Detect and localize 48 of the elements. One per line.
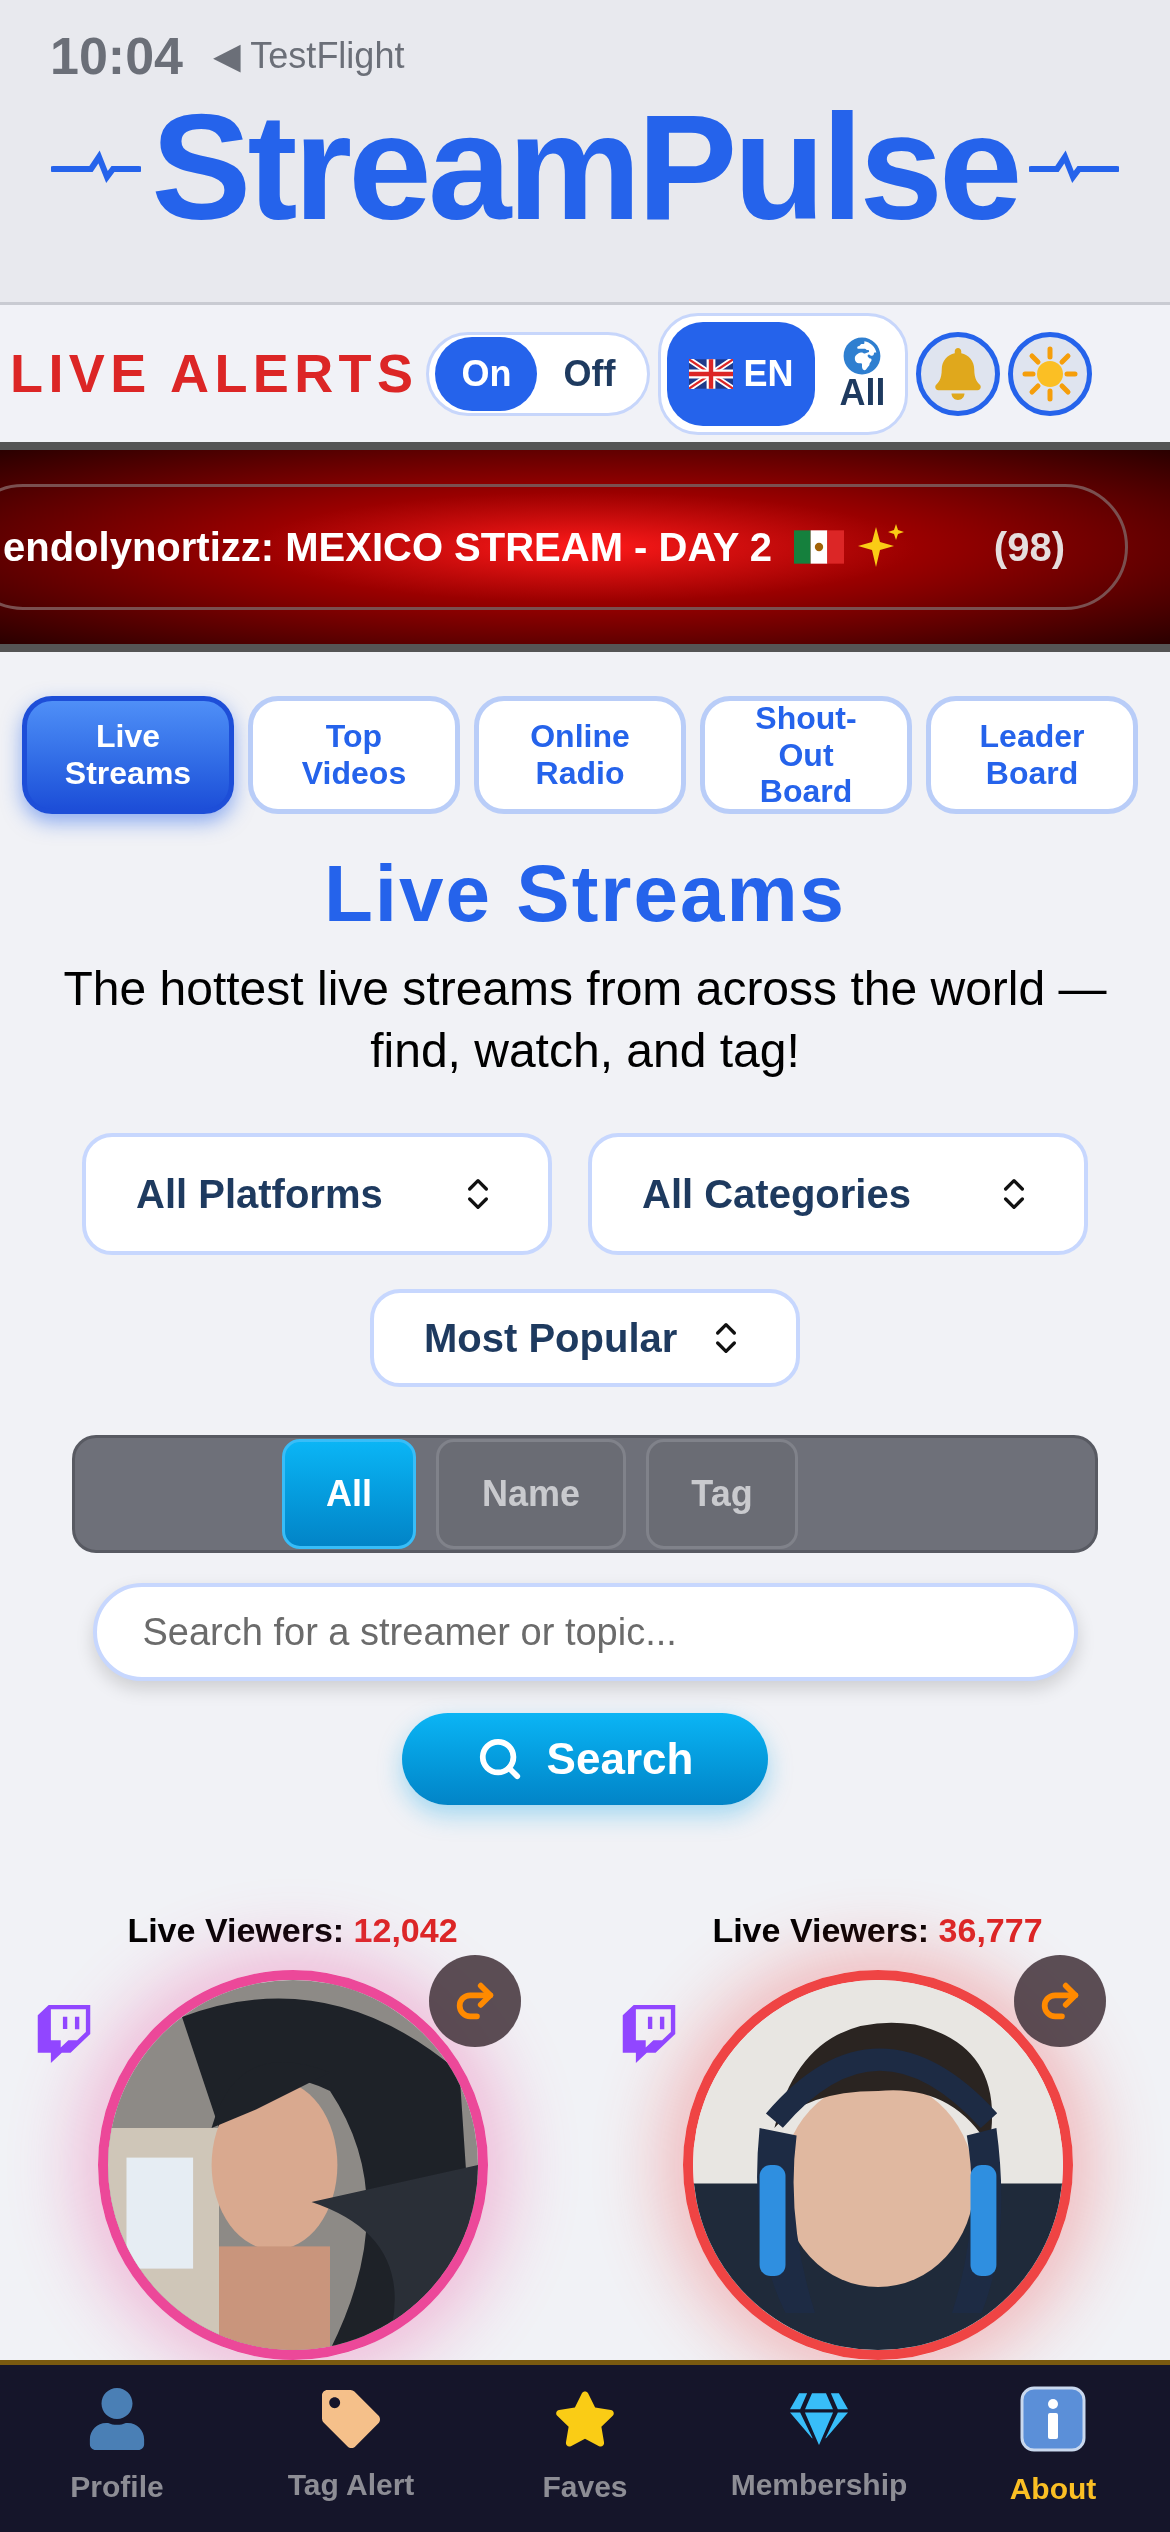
search-field[interactable]: Search for a streamer or topic...: [92, 1583, 1078, 1682]
uk-flag-icon: [689, 358, 734, 389]
tab-bar-item[interactable]: Membership: [719, 2390, 919, 2507]
status-time: 10:04: [50, 30, 183, 82]
tab-bar-item[interactable]: Profile: [17, 2388, 217, 2509]
nav-tab[interactable]: Leader Board: [926, 696, 1138, 814]
filter-dropdown[interactable]: All Platforms: [82, 1132, 552, 1255]
sort-dropdown[interactable]: Most Popular: [370, 1288, 800, 1387]
twitch-icon: [35, 2005, 93, 2063]
page-subtitle: The hottest live streams from across the world — find, watch, and tag!: [62, 961, 1108, 1080]
search-mode-button[interactable]: Tag: [646, 1439, 798, 1550]
viewer-count: Live Viewers: 36,777: [712, 1910, 1043, 1951]
ticker-text: endolynortizz: MEXICO STREAM - DAY 2: [3, 524, 772, 571]
search-button[interactable]: Search: [402, 1713, 768, 1805]
tab-bar-item[interactable]: Tag Alert: [251, 2390, 451, 2507]
tag-icon: [322, 2390, 380, 2448]
alerts-toggle[interactable]: On Off: [426, 331, 651, 416]
twitch-icon: [620, 2005, 678, 2063]
language-label: All: [839, 374, 886, 411]
language-selector[interactable]: EN All: [658, 312, 909, 435]
flag-icon: [793, 530, 844, 564]
toggle-option[interactable]: On: [435, 336, 538, 411]
app-logo: StreamPulse: [151, 92, 1019, 242]
viewer-count: Live Viewers: 12,042: [127, 1910, 458, 1951]
toggle-option[interactable]: Off: [537, 336, 642, 411]
page-heading: Live Streams: [323, 854, 846, 934]
sun-icon: [1022, 345, 1079, 402]
tab-bar-item[interactable]: About: [953, 2386, 1153, 2511]
language-option[interactable]: All: [825, 321, 900, 426]
nav-tab[interactable]: Online Radio: [474, 696, 686, 814]
filter-dropdown[interactable]: All Categories: [588, 1132, 1088, 1255]
dropdown-value: All Platforms: [136, 1170, 383, 1218]
nav-tab[interactable]: Top Videos: [248, 696, 460, 814]
tab-bar-item[interactable]: Faves: [485, 2388, 685, 2509]
search-mode-button[interactable]: Name: [436, 1439, 626, 1550]
nav-tab[interactable]: Shout-Out Board: [700, 696, 912, 814]
dropdown-value: Most Popular: [424, 1314, 678, 1362]
info-icon: [1020, 2386, 1086, 2452]
live-alerts-label: LIVE ALERTS: [10, 342, 419, 405]
language-label: EN: [743, 355, 794, 392]
back-link[interactable]: ◀ TestFlight: [213, 38, 405, 74]
ticker-count: (98): [993, 524, 1065, 571]
language-option[interactable]: EN: [667, 321, 816, 426]
ticker-item[interactable]: endolynortizz: MEXICO STREAM - DAY 2 (98): [0, 484, 1128, 610]
globe-icon: [843, 336, 882, 375]
search-mode-button[interactable]: All: [282, 1439, 416, 1550]
dropdown-value: All Categories: [642, 1170, 911, 1218]
nav-tab[interactable]: Live Streams: [22, 696, 234, 814]
